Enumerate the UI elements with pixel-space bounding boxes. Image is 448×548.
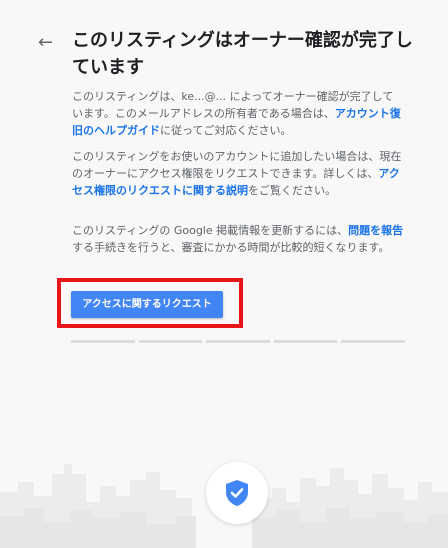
report-issue-link[interactable]: 問題を報告 (348, 224, 403, 237)
request-access-paragraph: このリスティングをお使いのアカウントに追加したい場合は、現在のオーナーにアクセス… (72, 148, 404, 199)
page-title: このリスティングはオーナー確認が完了しています (72, 30, 413, 78)
request-access-text-end: をご覧ください。 (248, 184, 336, 197)
report-issue-text: このリスティングの Google 掲載情報を更新するには、 (72, 224, 349, 237)
verified-badge (206, 462, 268, 524)
request-access-text: このリスティングをお使いのアカウントに追加したい場合は、現在のオーナーにアクセス… (72, 150, 402, 180)
back-arrow-icon[interactable]: ← (38, 34, 56, 52)
progress-bar (71, 340, 405, 344)
progress-segment (71, 340, 135, 343)
progress-segment (273, 340, 338, 343)
progress-segment (341, 340, 405, 343)
ownership-text-end: に従ってご対応ください。 (160, 124, 292, 137)
request-access-button[interactable]: アクセスに関するリクエスト (71, 291, 223, 318)
ownership-paragraph: このリスティングは、ke...@... によってオーナー確認が完了しています。こ… (72, 88, 404, 139)
progress-segment (206, 340, 270, 343)
progress-segment (138, 340, 203, 343)
report-issue-text-end: する手続きを行うと、審査にかかる時間が比較的短くなります。 (72, 241, 390, 254)
report-issue-paragraph: このリスティングの Google 掲載情報を更新するには、問題を報告する手続きを… (72, 222, 404, 256)
shield-check-icon (226, 480, 248, 506)
